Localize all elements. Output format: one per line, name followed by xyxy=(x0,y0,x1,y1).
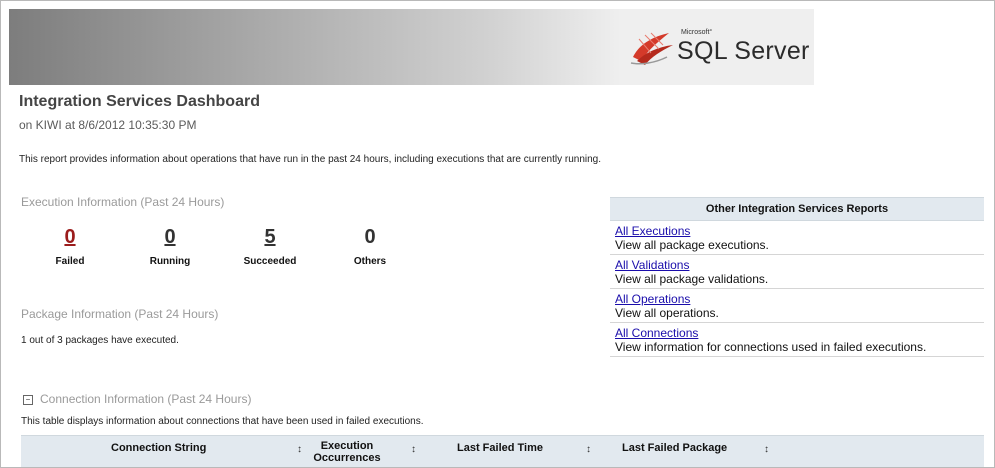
sort-icon[interactable]: ↕ xyxy=(297,444,302,455)
connection-section-toggle[interactable]: − Connection Information (Past 24 Hours) xyxy=(23,392,251,406)
stat-succeeded[interactable]: 5 Succeeded xyxy=(235,225,305,267)
all-operations-link[interactable]: All Operations xyxy=(615,292,982,306)
other-reports-panel: Other Integration Services Reports All E… xyxy=(610,197,984,357)
header-banner: Microsoft° SQL Server xyxy=(9,9,814,85)
all-executions-description: View all package executions. xyxy=(615,238,769,252)
all-validations-link[interactable]: All Validations xyxy=(615,258,982,272)
report-frame: Microsoft° SQL Server Integration Servic… xyxy=(0,0,995,468)
report-description: This report provides information about o… xyxy=(19,154,602,165)
all-validations-description: View all package validations. xyxy=(615,272,769,286)
page-subtitle: on KIWI at 8/6/2012 10:35:30 PM xyxy=(19,118,197,132)
stat-running-value[interactable]: 0 xyxy=(135,225,205,249)
all-connections-link[interactable]: All Connections xyxy=(615,326,982,340)
connection-table-header: Connection String ↕ Execution Occurrence… xyxy=(21,435,984,467)
sql-server-logo-icon xyxy=(630,32,673,65)
stat-running[interactable]: 0 Running xyxy=(135,225,205,267)
page-title: Integration Services Dashboard xyxy=(19,93,260,110)
connection-description: This table displays information about co… xyxy=(21,416,424,427)
stat-others-value: 0 xyxy=(364,226,376,248)
connection-heading: Connection Information (Past 24 Hours) xyxy=(40,392,252,406)
execution-heading: Execution Information (Past 24 Hours) xyxy=(21,195,225,209)
stat-succeeded-label: Succeeded xyxy=(243,256,297,267)
sort-icon[interactable]: ↕ xyxy=(764,444,769,455)
sort-icon[interactable]: ↕ xyxy=(586,444,591,455)
stat-others: 0 Others xyxy=(335,225,405,267)
all-connections-description: View information for connections used in… xyxy=(615,340,927,354)
stat-running-label: Running xyxy=(149,256,191,267)
stat-others-label: Others xyxy=(353,256,387,267)
collapse-toggle-icon[interactable]: − xyxy=(23,395,33,405)
sql-server-logo: Microsoft° SQL Server xyxy=(629,23,819,73)
column-execution-occurrences[interactable]: Execution Occurrences xyxy=(309,440,385,464)
sort-icon[interactable]: ↕ xyxy=(411,444,416,455)
report-row-operations: All Operations View all operations. xyxy=(610,289,984,323)
column-connection-string[interactable]: Connection String xyxy=(111,442,206,454)
report-row-connections: All Connections View information for con… xyxy=(610,323,984,357)
stat-failed[interactable]: 0 Failed xyxy=(35,225,105,267)
report-row-executions: All Executions View all package executio… xyxy=(610,221,984,255)
package-summary: 1 out of 3 packages have executed. xyxy=(21,335,179,346)
other-reports-heading: Other Integration Services Reports xyxy=(610,197,984,221)
stat-succeeded-value[interactable]: 5 xyxy=(235,225,305,249)
logo-product-text: SQL Server xyxy=(677,37,810,65)
all-operations-description: View all operations. xyxy=(615,306,719,320)
all-executions-link[interactable]: All Executions xyxy=(615,224,982,238)
stat-failed-label: Failed xyxy=(55,256,85,267)
logo-microsoft-text: Microsoft° xyxy=(681,29,713,36)
report-row-validations: All Validations View all package validat… xyxy=(610,255,984,289)
column-last-failed-time[interactable]: Last Failed Time xyxy=(457,442,543,454)
stat-failed-value[interactable]: 0 xyxy=(35,225,105,249)
package-heading: Package Information (Past 24 Hours) xyxy=(21,307,219,321)
column-last-failed-package[interactable]: Last Failed Package xyxy=(622,442,727,454)
